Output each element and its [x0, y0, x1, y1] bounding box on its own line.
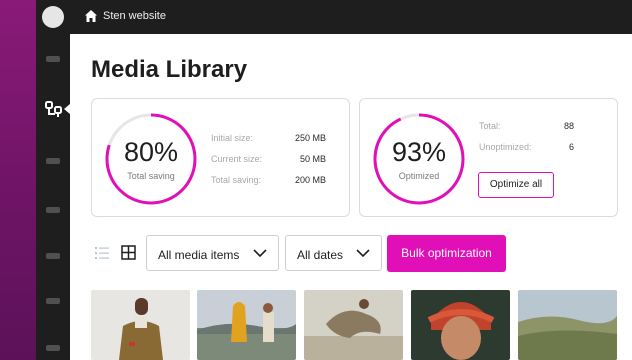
media-thumbnail[interactable] [304, 290, 403, 360]
page-title: Media Library [91, 56, 248, 83]
saving-percent: 80% [123, 137, 179, 167]
initial-size-label: Initial size: [211, 133, 254, 143]
grid-view-icon[interactable] [121, 245, 136, 260]
initial-size-value: 250 MB [294, 133, 326, 143]
total-saving-value: 200 MB [294, 175, 326, 185]
optimized-card: 93% Optimized Total: 88 Unoptimized: 6 O… [359, 98, 618, 217]
site-logo-icon[interactable] [42, 6, 64, 28]
sidebar-menu-item-7[interactable] [46, 345, 60, 351]
sidebar-menu-item-3[interactable] [46, 158, 60, 164]
unoptimized-value: 6 [568, 142, 574, 152]
list-view-icon[interactable] [95, 246, 109, 260]
current-size-label: Current size: [211, 154, 263, 164]
total-saving-label: Total saving: [211, 175, 262, 185]
optimizer-plugin-icon[interactable] [44, 99, 64, 119]
sidebar-menu-item-4[interactable] [46, 207, 60, 213]
sidebar-menu-item-1[interactable] [46, 56, 60, 62]
date-filter-value: All dates [297, 248, 344, 262]
optimized-caption: Optimized [398, 171, 440, 181]
bulk-optimization-button[interactable]: Bulk optimization [387, 235, 506, 272]
total-label: Total: [479, 121, 501, 131]
main-content: Media Library 80% Total saving Initial s… [70, 34, 632, 360]
media-type-filter[interactable]: All media items [146, 235, 279, 271]
thumbnail-image [518, 290, 617, 360]
date-filter[interactable]: All dates [285, 235, 382, 271]
media-thumbnail[interactable] [91, 290, 190, 360]
media-thumbnail[interactable] [518, 290, 617, 360]
unoptimized-label: Unoptimized: [479, 142, 532, 152]
chevron-down-icon [356, 249, 370, 258]
media-thumbnail[interactable] [411, 290, 510, 360]
sidebar-menu-item-5[interactable] [46, 253, 60, 259]
sidebar-menu-item-6[interactable] [46, 298, 60, 304]
current-size-value: 50 MB [299, 154, 326, 164]
site-name-link[interactable]: Sten website [103, 10, 166, 22]
home-icon[interactable] [84, 9, 98, 23]
chevron-down-icon [253, 249, 267, 258]
media-thumbnail[interactable] [197, 290, 296, 360]
optimized-percent: 93% [391, 137, 447, 167]
thumbnail-image [91, 290, 190, 360]
total-saving-card: 80% Total saving Initial size: 250 MB Cu… [91, 98, 350, 217]
top-bar: Sten website [70, 0, 632, 34]
thumbnail-image [197, 290, 296, 360]
optimize-all-button[interactable]: Optimize all [478, 172, 554, 198]
admin-sidebar [36, 0, 70, 360]
thumbnail-image [411, 290, 510, 360]
brand-strip [0, 0, 36, 360]
total-value: 88 [563, 121, 574, 131]
saving-caption: Total saving [127, 171, 175, 181]
media-type-filter-value: All media items [158, 248, 240, 262]
thumbnail-image [304, 290, 403, 360]
